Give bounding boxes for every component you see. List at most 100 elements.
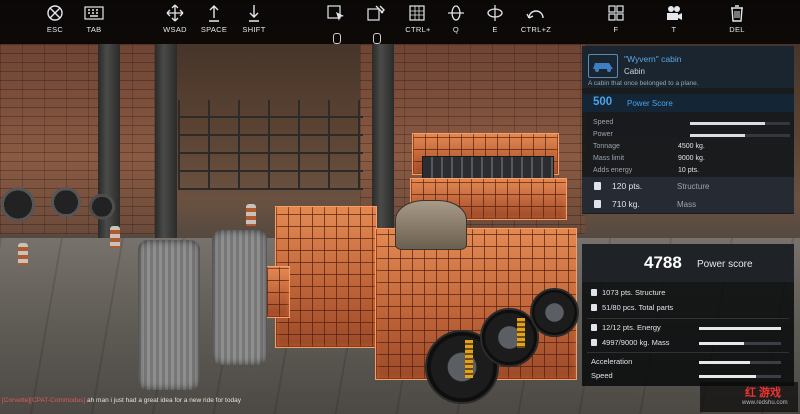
weight-icon [591, 339, 597, 346]
arrow-down-icon [249, 5, 259, 22]
part-name: "Wyvern" cabin [624, 54, 682, 64]
armor-block[interactable] [275, 206, 377, 348]
vehicle-parts: 51/80 pcs. Total parts [587, 303, 789, 313]
stat-power: Power [593, 131, 790, 140]
stat-label: Adds energy [593, 167, 633, 174]
arrow-up-icon [209, 5, 219, 22]
part-category: Cabin [624, 67, 645, 76]
shield-icon [591, 289, 597, 296]
stat-value: 10 pts. [678, 167, 700, 174]
power-score-label: Power score [697, 259, 753, 270]
stat-value: 4500 kg. [678, 143, 705, 150]
wheel[interactable] [530, 288, 579, 337]
bumper-pad[interactable] [138, 240, 200, 390]
select-part-icon [327, 5, 344, 21]
camera-button[interactable]: T [646, 3, 702, 43]
part-description: A cabin that once belonged to a plane. [588, 80, 699, 87]
weight-icon [594, 200, 601, 208]
part-info-panel: "Wyvern" cabin Cabin A cabin that once b… [582, 46, 794, 214]
move-arrows-icon [166, 4, 184, 22]
part-power-score: 500 Power Score [582, 94, 794, 112]
shield-icon [594, 182, 601, 190]
divider [587, 352, 789, 353]
build-toolbar: ESC TAB WSAD SPACE SHIFT CTRL+ Q E CTRL+… [0, 0, 800, 44]
mouse-left-icon [333, 33, 341, 44]
inventory-button[interactable]: TAB [66, 3, 122, 43]
cabin-icon [588, 54, 618, 78]
bollard [18, 243, 28, 265]
keyboard-icon [84, 6, 104, 20]
chat-sender: [Corvette][CPAT-Commodus] [2, 397, 86, 404]
rotate-horizontal-icon [487, 5, 503, 21]
mass-text: 4997/9000 kg. Mass [602, 338, 670, 347]
vehicle-speed: Speed [587, 371, 789, 381]
watermark-site: www.redshu.com [742, 400, 788, 406]
camera-icon [667, 6, 682, 20]
vehicle-model[interactable] [130, 118, 600, 414]
tool-key-label: DEL [729, 25, 745, 34]
delete-button[interactable]: DEL [709, 3, 765, 43]
stat-label: Tonnage [593, 143, 620, 150]
vehicle-acceleration: Acceleration [587, 357, 789, 367]
mass-label: Mass [677, 200, 697, 209]
stat-speed: Speed [593, 119, 790, 128]
undo-button[interactable]: CTRL+Z [508, 3, 564, 43]
grid-box-icon [409, 5, 425, 21]
chat-log: [Corvette][CPAT-Commodus] ah man i just … [2, 397, 242, 405]
stat-label: Speed [593, 119, 614, 126]
tool-key-label: TAB [86, 25, 102, 34]
energy-bar [699, 327, 781, 330]
energy-icon [591, 324, 597, 331]
part-header: "Wyvern" cabin Cabin A cabin that once b… [582, 46, 794, 88]
stat-speed-bar [690, 122, 790, 125]
site-watermark: 红 游戏 www.redshu.com [700, 382, 798, 412]
structure-value: 120 pts. [612, 181, 643, 191]
bumper-pad[interactable] [212, 230, 267, 365]
vehicle-stats-panel: 4788 Power score 1073 pts. Structure 51/… [582, 244, 794, 386]
power-score-value: 4788 [644, 253, 682, 272]
vehicle-mass: 4997/9000 kg. Mass [587, 338, 789, 348]
divider [587, 318, 789, 319]
acceleration-bar [699, 361, 781, 364]
four-squares-icon [608, 5, 624, 21]
part-power-label: Power Score [627, 99, 673, 108]
undo-icon [526, 10, 544, 19]
stat-value: 9000 kg. [678, 155, 705, 162]
part-mass-row: 710 kg. Mass [582, 195, 794, 213]
part-structure-row: 120 pts. Structure [582, 177, 794, 195]
energy-text: 12/12 pts. Energy [602, 323, 661, 332]
vehicle-energy: 12/12 pts. Energy [587, 323, 789, 333]
tool-key-label: T [671, 25, 677, 34]
rotate-vertical-icon [448, 5, 464, 21]
stat-label: Power [593, 131, 613, 138]
mass-value: 710 kg. [612, 199, 640, 209]
mouse-right-icon [373, 33, 381, 44]
stat-power-bar [690, 134, 790, 137]
speed-bar [699, 375, 781, 378]
hammer-icon [367, 5, 385, 21]
stat-label: Mass limit [593, 155, 625, 162]
stat-tonnage: Tonnage 4500 kg. [593, 143, 789, 152]
vehicle-power-score: 4788 Power score [582, 244, 794, 282]
vehicle-structure: 1073 pts. Structure [587, 288, 789, 298]
acceleration-label: Acceleration [591, 357, 633, 366]
part-power-value: 500 [593, 96, 613, 108]
cabin-dome[interactable] [395, 200, 467, 250]
tool-key-label: CTRL+Z [520, 25, 552, 34]
structure-text: 1073 pts. Structure [602, 288, 666, 297]
chat-message: ah man i just had a great idea for a new… [87, 397, 241, 404]
watermark-logo: 红 游戏 [745, 387, 782, 399]
speed-label: Speed [591, 371, 613, 380]
structure-label: Structure [677, 182, 710, 191]
lower-button[interactable]: SHIFT [226, 3, 282, 43]
tire-pile [0, 182, 120, 227]
tool-key-label: SHIFT [242, 25, 266, 34]
trash-icon [731, 5, 743, 22]
bollard [110, 226, 120, 248]
presets-button[interactable]: F [588, 3, 644, 43]
suspension-spring[interactable] [517, 318, 525, 348]
stat-mass-limit: Mass limit 9000 kg. [593, 155, 789, 164]
mass-bar [699, 342, 781, 345]
stat-energy: Adds energy 10 pts. [593, 167, 789, 176]
suspension-spring[interactable] [465, 340, 473, 378]
